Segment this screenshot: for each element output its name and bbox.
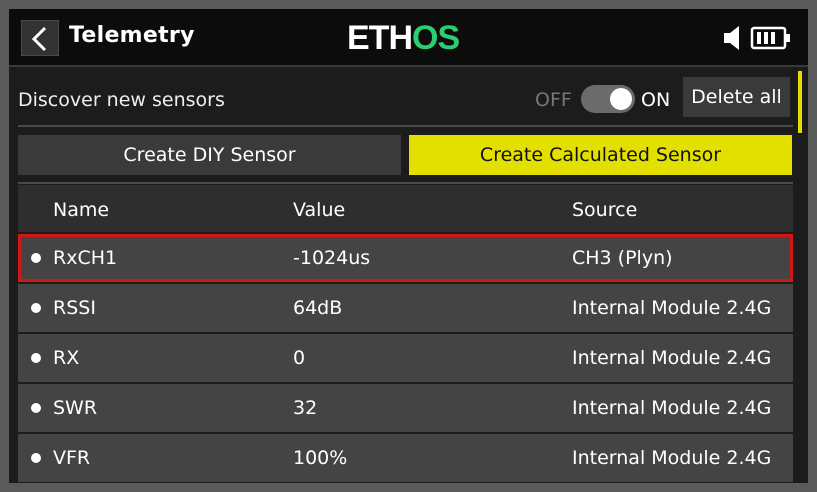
divider — [18, 125, 793, 127]
column-header-name: Name — [53, 199, 110, 221]
sensor-name: RSSI — [53, 297, 96, 319]
table-row[interactable]: VFR 100% Internal Module 2.4G — [18, 434, 793, 482]
toggle-on-label: ON — [641, 89, 671, 111]
status-icons — [723, 25, 792, 51]
bullet-icon — [31, 303, 41, 313]
table-row[interactable]: RxCH1 -1024us CH3 (Plyn) — [18, 234, 793, 282]
scrollbar-indicator[interactable] — [798, 71, 802, 133]
ethos-logo: ETHOS — [347, 19, 460, 57]
sensor-source: Internal Module 2.4G — [572, 397, 772, 419]
sensor-source: Internal Module 2.4G — [572, 297, 772, 319]
create-calculated-sensor-button[interactable]: Create Calculated Sensor — [409, 135, 792, 175]
header-bar: Telemetry ETHOS — [9, 9, 808, 67]
page-title: Telemetry — [69, 23, 195, 48]
screen-frame: Telemetry ETHOS Discover new sensors OFF… — [9, 9, 808, 483]
sensor-source: Internal Module 2.4G — [572, 447, 772, 469]
table-header: Name Value Source — [18, 185, 793, 232]
bullet-icon — [31, 253, 41, 263]
bullet-icon — [31, 403, 41, 413]
sensor-source: Internal Module 2.4G — [572, 347, 772, 369]
sensor-table: Name Value Source RxCH1 -1024us CH3 (Ply… — [18, 185, 793, 482]
bullet-icon — [31, 453, 41, 463]
column-header-value: Value — [293, 199, 346, 221]
table-row[interactable]: RSSI 64dB Internal Module 2.4G — [18, 284, 793, 332]
column-header-source: Source — [572, 199, 638, 221]
sensor-value: 32 — [293, 397, 318, 419]
sensor-value: -1024us — [293, 247, 371, 269]
sensor-source: CH3 (Plyn) — [572, 247, 673, 269]
toggle-off-label: OFF — [535, 89, 572, 111]
sensor-name: VFR — [53, 447, 91, 469]
speaker-icon — [724, 26, 739, 50]
battery-icon — [750, 26, 791, 50]
discover-label: Discover new sensors — [18, 89, 225, 111]
sensor-name: RX — [53, 347, 80, 369]
back-button[interactable] — [21, 20, 59, 56]
sensor-value: 64dB — [293, 297, 343, 319]
discover-toggle[interactable] — [581, 85, 635, 113]
sensor-name: RxCH1 — [53, 247, 118, 269]
sensor-value: 0 — [293, 347, 306, 369]
table-row[interactable]: RX 0 Internal Module 2.4G — [18, 334, 793, 382]
bullet-icon — [31, 353, 41, 363]
back-arrow-icon — [31, 26, 47, 52]
sensor-name: SWR — [53, 397, 98, 419]
create-diy-sensor-button[interactable]: Create DIY Sensor — [18, 135, 401, 175]
divider — [18, 182, 793, 184]
sensor-value: 100% — [293, 447, 348, 469]
toggle-knob — [610, 88, 632, 110]
table-row[interactable]: SWR 32 Internal Module 2.4G — [18, 384, 793, 432]
discover-sensors-row: Discover new sensors OFF ON Delete all — [9, 67, 808, 125]
delete-all-button[interactable]: Delete all — [683, 77, 790, 117]
